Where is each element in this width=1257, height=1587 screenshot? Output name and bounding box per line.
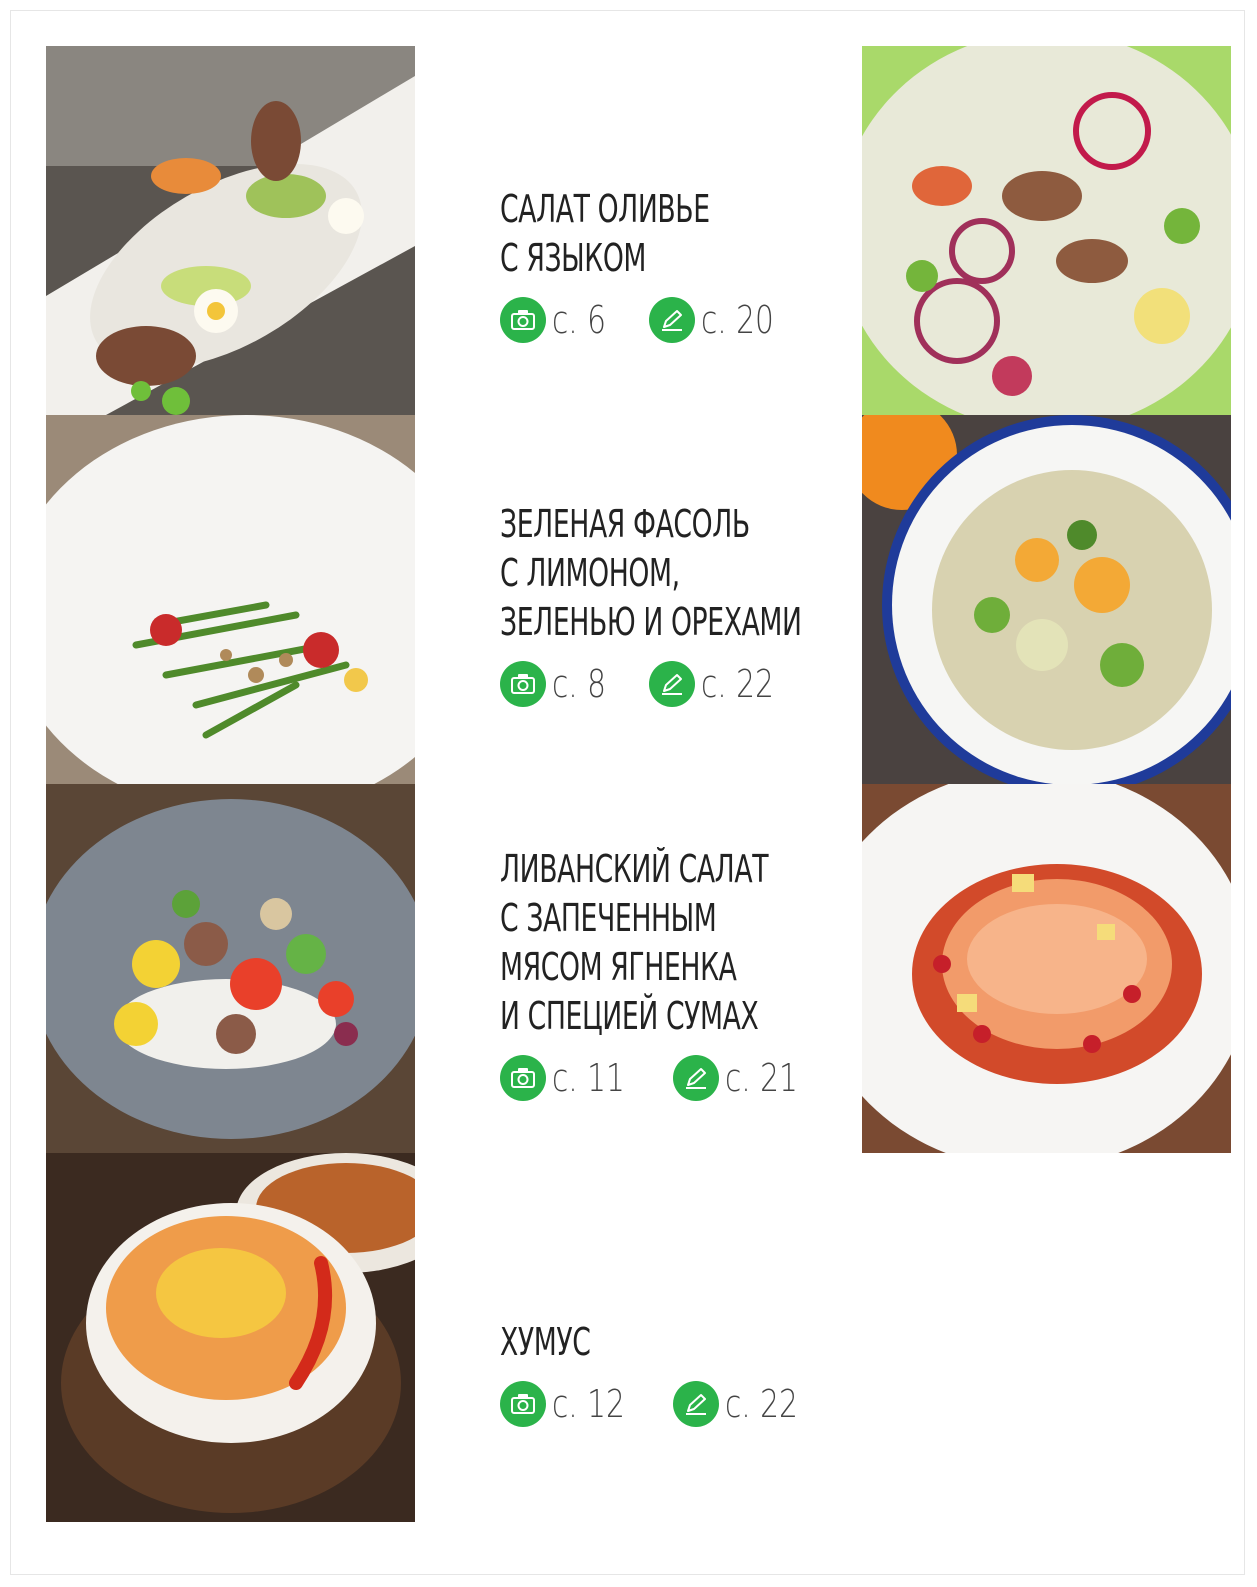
camera-icon — [500, 661, 546, 707]
title-line: ХУМУС — [500, 1320, 591, 1364]
photo-salad-colorful — [862, 46, 1231, 415]
pencil-icon — [649, 297, 696, 343]
title-line: МЯСОМ ЯГНЕНКА — [500, 945, 737, 989]
title-line: ЗЕЛЕНАЯ ФАСОЛЬ — [500, 502, 750, 546]
pencil-icon — [673, 1055, 720, 1101]
recipe-title: ХУМУС — [500, 1318, 765, 1367]
recipe-page-ref[interactable]: с. 21 — [673, 1055, 818, 1101]
recipe-title: ЛИВАНСКИЙ САЛАТ С ЗАПЕЧЕННЫМ МЯСОМ ЯГНЕН… — [500, 845, 769, 1041]
title-line: ЛИВАНСКИЙ САЛАТ — [500, 847, 769, 891]
page-refs: с. 6 с. 20 — [500, 297, 840, 343]
recipe-hummus: ХУМУС с. 12 с. 22 — [500, 1318, 840, 1427]
recipe-green-beans: ЗЕЛЕНАЯ ФАСОЛЬ С ЛИМОНОМ, ЗЕЛЕНЬЮ И ОРЕХ… — [500, 500, 840, 707]
recipe-page-number: с. 22 — [701, 662, 775, 706]
recipe-title: САЛАТ ОЛИВЬЕ С ЯЗЫКОМ — [500, 185, 765, 283]
photo-page-ref[interactable]: с. 8 — [500, 661, 621, 707]
recipe-page-ref[interactable]: с. 22 — [673, 1381, 818, 1427]
camera-icon — [500, 297, 546, 343]
camera-icon — [500, 1055, 546, 1101]
recipe-page-number: с. 20 — [701, 298, 775, 342]
photo-green-beans — [46, 415, 415, 784]
pencil-icon — [673, 1381, 720, 1427]
recipe-title: ЗЕЛЕНАЯ ФАСОЛЬ С ЛИМОНОМ, ЗЕЛЕНЬЮ И ОРЕХ… — [500, 500, 802, 647]
recipe-page-ref[interactable]: с. 22 — [649, 661, 794, 707]
title-line: И СПЕЦИЕЙ СУМАХ — [500, 994, 759, 1038]
photo-page-number: с. 8 — [552, 662, 607, 706]
photo-page-number: с. 11 — [552, 1056, 625, 1100]
title-line: ЗЕЛЕНЬЮ И ОРЕХАМИ — [500, 600, 802, 644]
title-line: С ЗАПЕЧЕННЫМ — [500, 896, 717, 940]
photo-page-ref[interactable]: с. 12 — [500, 1381, 645, 1427]
title-line: САЛАТ ОЛИВЬЕ — [500, 187, 710, 231]
photo-hummus — [46, 1153, 415, 1522]
photo-page-ref[interactable]: с. 11 — [500, 1055, 645, 1101]
photo-page-ref[interactable]: с. 6 — [500, 297, 621, 343]
photo-lebanese-salad — [46, 784, 415, 1153]
page-refs: с. 11 с. 21 — [500, 1055, 840, 1101]
recipe-olivier: САЛАТ ОЛИВЬЕ С ЯЗЫКОМ с. 6 с. 20 — [500, 185, 840, 343]
pencil-icon — [649, 661, 696, 707]
title-line: С ЛИМОНОМ, — [500, 551, 680, 595]
photo-page-number: с. 6 — [552, 298, 607, 342]
photo-grain-salad-bowl — [862, 415, 1231, 784]
page-refs: с. 12 с. 22 — [500, 1381, 840, 1427]
recipe-page-number: с. 21 — [725, 1056, 799, 1100]
camera-icon — [500, 1381, 546, 1427]
photo-page-number: с. 12 — [552, 1382, 625, 1426]
title-line: С ЯЗЫКОМ — [500, 236, 647, 280]
photo-olivier-salad — [46, 46, 415, 415]
recipe-page-number: с. 22 — [725, 1382, 799, 1426]
photo-salmon-dish — [862, 784, 1231, 1153]
recipe-page-ref[interactable]: с. 20 — [649, 297, 794, 343]
recipe-lebanese-salad: ЛИВАНСКИЙ САЛАТ С ЗАПЕЧЕННЫМ МЯСОМ ЯГНЕН… — [500, 845, 840, 1101]
page-refs: с. 8 с. 22 — [500, 661, 840, 707]
